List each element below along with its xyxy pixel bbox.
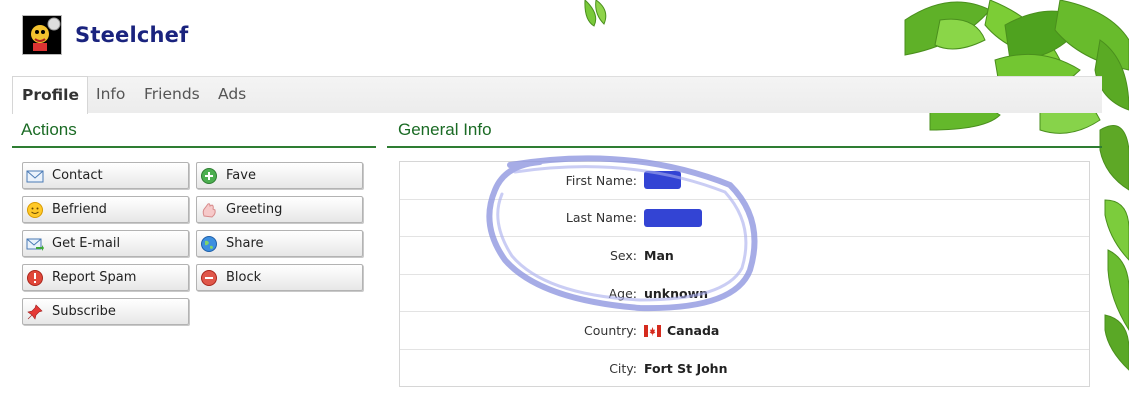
city-value: Fort St John (644, 361, 728, 377)
tab-ads[interactable]: Ads (218, 85, 246, 103)
city-label: City: (609, 361, 637, 377)
general-info-divider (387, 146, 1102, 148)
tab-friends[interactable]: Friends (144, 85, 200, 103)
redaction-mark (644, 208, 702, 227)
last-name-value (644, 208, 702, 227)
sex-label: Sex: (609, 247, 637, 263)
age-value: unknown (644, 285, 709, 301)
last-name-label: Last Name: (565, 210, 637, 226)
country-name: Canada (667, 323, 720, 339)
plus-circle-icon (200, 167, 218, 185)
actions-divider (12, 146, 376, 148)
envelope-icon (26, 167, 44, 185)
minus-circle-icon (200, 269, 218, 287)
contact-label: Contact (52, 168, 103, 183)
smiley-icon (26, 201, 44, 219)
info-row-age: Age: unknown (400, 275, 1089, 313)
canada-flag-icon (644, 324, 661, 337)
country-value: Canada (644, 323, 719, 338)
country-label: Country: (584, 323, 637, 339)
general-info-heading: General Info (398, 120, 492, 139)
warning-icon (26, 269, 44, 287)
report-spam-button[interactable]: Report Spam (22, 264, 189, 291)
befriend-label: Befriend (52, 202, 107, 217)
sex-value: Man (644, 247, 674, 263)
email-arrow-icon (26, 235, 44, 253)
actions-heading: Actions (21, 120, 77, 139)
redaction-mark (644, 171, 681, 190)
share-label: Share (226, 236, 264, 251)
share-button[interactable]: Share (196, 230, 363, 257)
hand-icon (200, 201, 218, 219)
pin-icon (26, 303, 44, 321)
fave-button[interactable]: Fave (196, 162, 363, 189)
profile-username[interactable]: Steelchef (75, 23, 188, 47)
first-name-value (644, 171, 681, 190)
profile-tab-bar: Profile Info Friends Ads (12, 76, 1102, 114)
block-button[interactable]: Block (196, 264, 363, 291)
report-spam-label: Report Spam (52, 270, 137, 285)
subscribe-button[interactable]: Subscribe (22, 298, 189, 325)
globe-icon (200, 235, 218, 253)
subscribe-label: Subscribe (52, 304, 116, 319)
age-label: Age: (608, 285, 637, 301)
profile-header: Steelchef (22, 14, 188, 56)
get-email-button[interactable]: Get E-mail (22, 230, 189, 257)
general-info-table: First Name: Last Name: Sex: Man Age: unk… (399, 161, 1090, 387)
befriend-button[interactable]: Befriend (22, 196, 189, 223)
greeting-label: Greeting (226, 202, 283, 217)
get-email-label: Get E-mail (52, 236, 121, 251)
contact-button[interactable]: Contact (22, 162, 189, 189)
info-row-sex: Sex: Man (400, 237, 1089, 275)
tab-profile[interactable]: Profile (12, 76, 88, 114)
info-row-city: City: Fort St John (400, 350, 1089, 388)
first-name-label: First Name: (565, 172, 637, 188)
block-label: Block (226, 270, 262, 285)
info-row-country: Country: Canada (400, 312, 1089, 350)
info-row-first-name: First Name: (400, 162, 1089, 200)
info-row-last-name: Last Name: (400, 200, 1089, 238)
avatar[interactable] (22, 15, 62, 55)
greeting-button[interactable]: Greeting (196, 196, 363, 223)
tab-info[interactable]: Info (96, 85, 125, 103)
fave-label: Fave (226, 168, 256, 183)
